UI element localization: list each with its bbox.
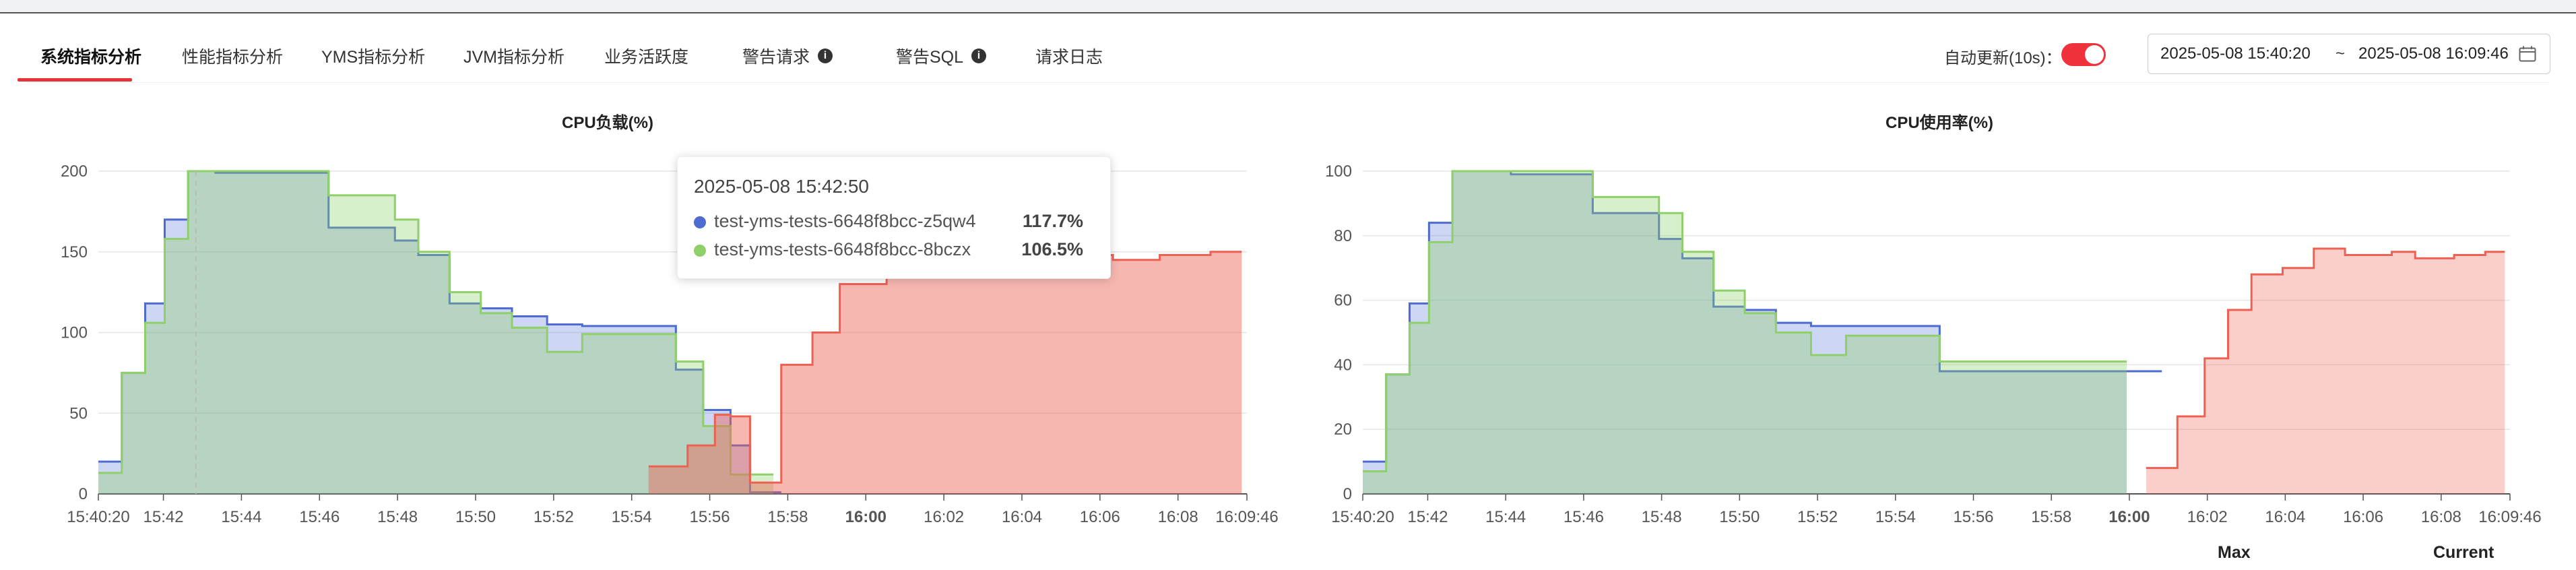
tooltip-title: 2025-05-08 15:42:50 xyxy=(694,176,869,197)
toggle-knob xyxy=(2085,45,2104,64)
tooltip-row: test-yms-tests-6648f8bcc-8bczx 106.5% xyxy=(694,239,1098,260)
tab-0[interactable]: 系统指标分析 xyxy=(40,30,141,82)
info-circle-icon[interactable]: i xyxy=(818,49,833,63)
tab-label: 业务活跃度 xyxy=(604,48,689,67)
tab-label: 警告请求 xyxy=(742,48,810,67)
tooltip-series-name: test-yms-tests-6648f8bcc-z5qw4 xyxy=(714,211,976,231)
tab-label: 请求日志 xyxy=(1035,48,1103,67)
tab-label: 性能指标分析 xyxy=(182,48,284,67)
tab-divider xyxy=(27,82,2549,83)
tab-7[interactable]: 请求日志 xyxy=(1035,30,1103,82)
legend-current-header: Current xyxy=(2433,543,2494,562)
date-start-input[interactable]: 2025-05-08 15:40:20 xyxy=(2160,44,2331,63)
tooltip-row: test-yms-tests-6648f8bcc-z5qw4 117.7% xyxy=(694,211,1098,232)
tab-4[interactable]: 业务活跃度 xyxy=(604,30,688,82)
tab-label: 警告SQL xyxy=(896,48,964,67)
tooltip-series-value: 117.7% xyxy=(1022,211,1083,231)
tab-3[interactable]: JVM指标分析 xyxy=(463,30,565,82)
tab-2[interactable]: YMS指标分析 xyxy=(321,30,425,82)
tooltip-series-value: 106.5% xyxy=(1021,239,1083,259)
auto-refresh-label: 自动更新(10s)： xyxy=(1944,49,2062,67)
calendar-icon[interactable] xyxy=(2519,46,2536,62)
series-dot-icon xyxy=(694,244,706,257)
tab-1[interactable]: 性能指标分析 xyxy=(182,30,283,82)
date-range-picker[interactable]: 2025-05-08 15:40:20 ~ 2025-05-08 16:09:4… xyxy=(2148,34,2550,74)
date-end-input[interactable]: 2025-05-08 16:09:46 xyxy=(2358,44,2520,63)
main-panel xyxy=(0,13,2576,570)
tab-label: JVM指标分析 xyxy=(463,48,565,67)
tab-6[interactable]: 警告SQL i xyxy=(896,30,987,82)
chart-tooltip: 2025-05-08 15:42:50 test-yms-tests-6648f… xyxy=(677,156,1111,279)
top-bar xyxy=(0,0,2576,13)
date-separator: ~ xyxy=(2336,44,2346,63)
legend-max-header: Max xyxy=(2218,543,2251,562)
tab-5[interactable]: 警告请求 i xyxy=(742,30,833,82)
tab-label: YMS指标分析 xyxy=(321,48,426,67)
info-circle-icon[interactable]: i xyxy=(971,49,987,63)
series-dot-icon xyxy=(694,216,706,228)
tooltip-series-name: test-yms-tests-6648f8bcc-8bczx xyxy=(714,239,971,259)
auto-refresh-toggle[interactable] xyxy=(2061,43,2106,66)
tab-label: 系统指标分析 xyxy=(40,48,142,67)
